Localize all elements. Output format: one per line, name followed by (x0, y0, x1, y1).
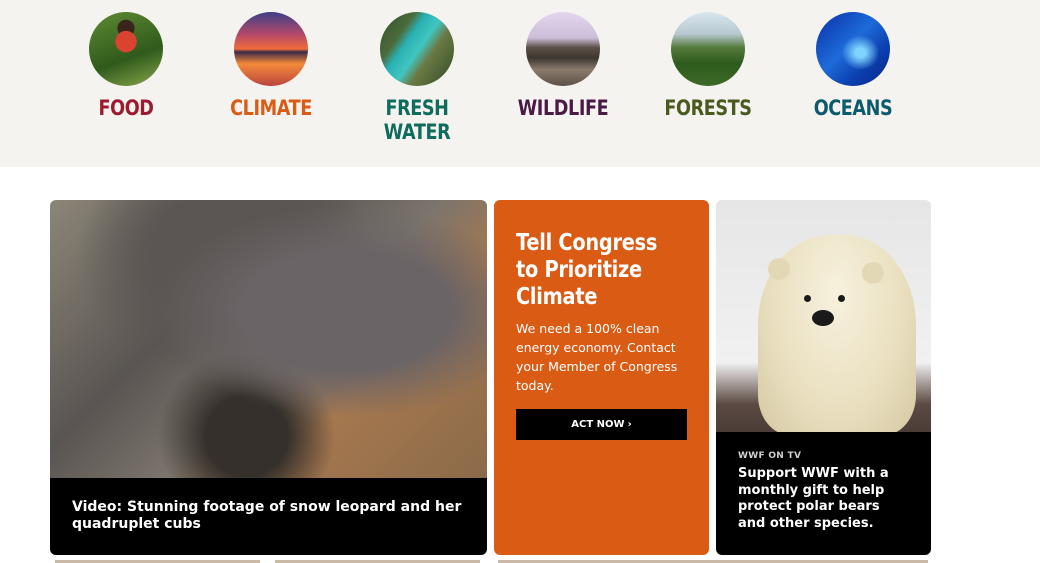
fresh-water-photo-icon (380, 12, 454, 86)
forests-photo-icon (671, 12, 745, 86)
topics-band: FOOD CLIMATE FRESH WATER WILDLIFE FOREST… (0, 0, 1040, 167)
video-caption: Video: Stunning footage of snow leopard … (50, 478, 487, 555)
wildlife-photo-icon (526, 12, 600, 86)
act-now-label: ACT NOW (571, 419, 625, 430)
bear-ear (862, 262, 884, 284)
topic-label: FRESH WATER (383, 96, 451, 144)
topic-label: FORESTS (664, 96, 752, 120)
bear-eyebrow: WWF ON TV (738, 451, 802, 461)
chevron-right-icon: › (627, 419, 632, 430)
polar-bear-card[interactable]: WWF ON TV Support WWF with a monthly gif… (716, 200, 931, 555)
topic-fresh-water[interactable]: FRESH WATER (344, 12, 490, 144)
topic-forests[interactable]: FORESTS (635, 12, 781, 120)
oceans-photo-icon (816, 12, 890, 86)
snow-leopard-photo (50, 200, 487, 478)
bear-nose (812, 310, 834, 326)
cta-text: We need a 100% clean energy economy. Con… (516, 321, 678, 393)
topic-label: CLIMATE (230, 96, 312, 120)
video-card-snow-leopard[interactable]: Video: Stunning footage of snow leopard … (50, 200, 487, 555)
bear-eye (804, 295, 811, 302)
climate-photo-icon (234, 12, 308, 86)
topic-oceans[interactable]: OCEANS (780, 12, 926, 120)
topic-wildlife[interactable]: WILDLIFE (490, 12, 636, 120)
food-photo-icon (89, 12, 163, 86)
video-title: Video: Stunning footage of snow leopard … (72, 499, 462, 532)
act-now-button[interactable]: ACT NOW › (516, 409, 687, 440)
topic-label: OCEANS (813, 96, 893, 120)
polar-bear-photo (716, 200, 931, 432)
cta-card-climate: Tell Congress to Prioritize Climate We n… (494, 200, 709, 555)
topic-climate[interactable]: CLIMATE (198, 12, 344, 120)
cta-heading: Tell Congress to Prioritize Climate (516, 230, 658, 310)
topic-food[interactable]: FOOD (53, 12, 199, 120)
topic-label: FOOD (98, 96, 154, 120)
bear-title: Support WWF with a monthly gift to help … (738, 466, 889, 531)
topic-label: WILDLIFE (517, 96, 609, 120)
bear-ear (768, 258, 790, 280)
bear-caption: WWF ON TV Support WWF with a monthly gif… (716, 432, 931, 555)
bear-eye (838, 295, 845, 302)
